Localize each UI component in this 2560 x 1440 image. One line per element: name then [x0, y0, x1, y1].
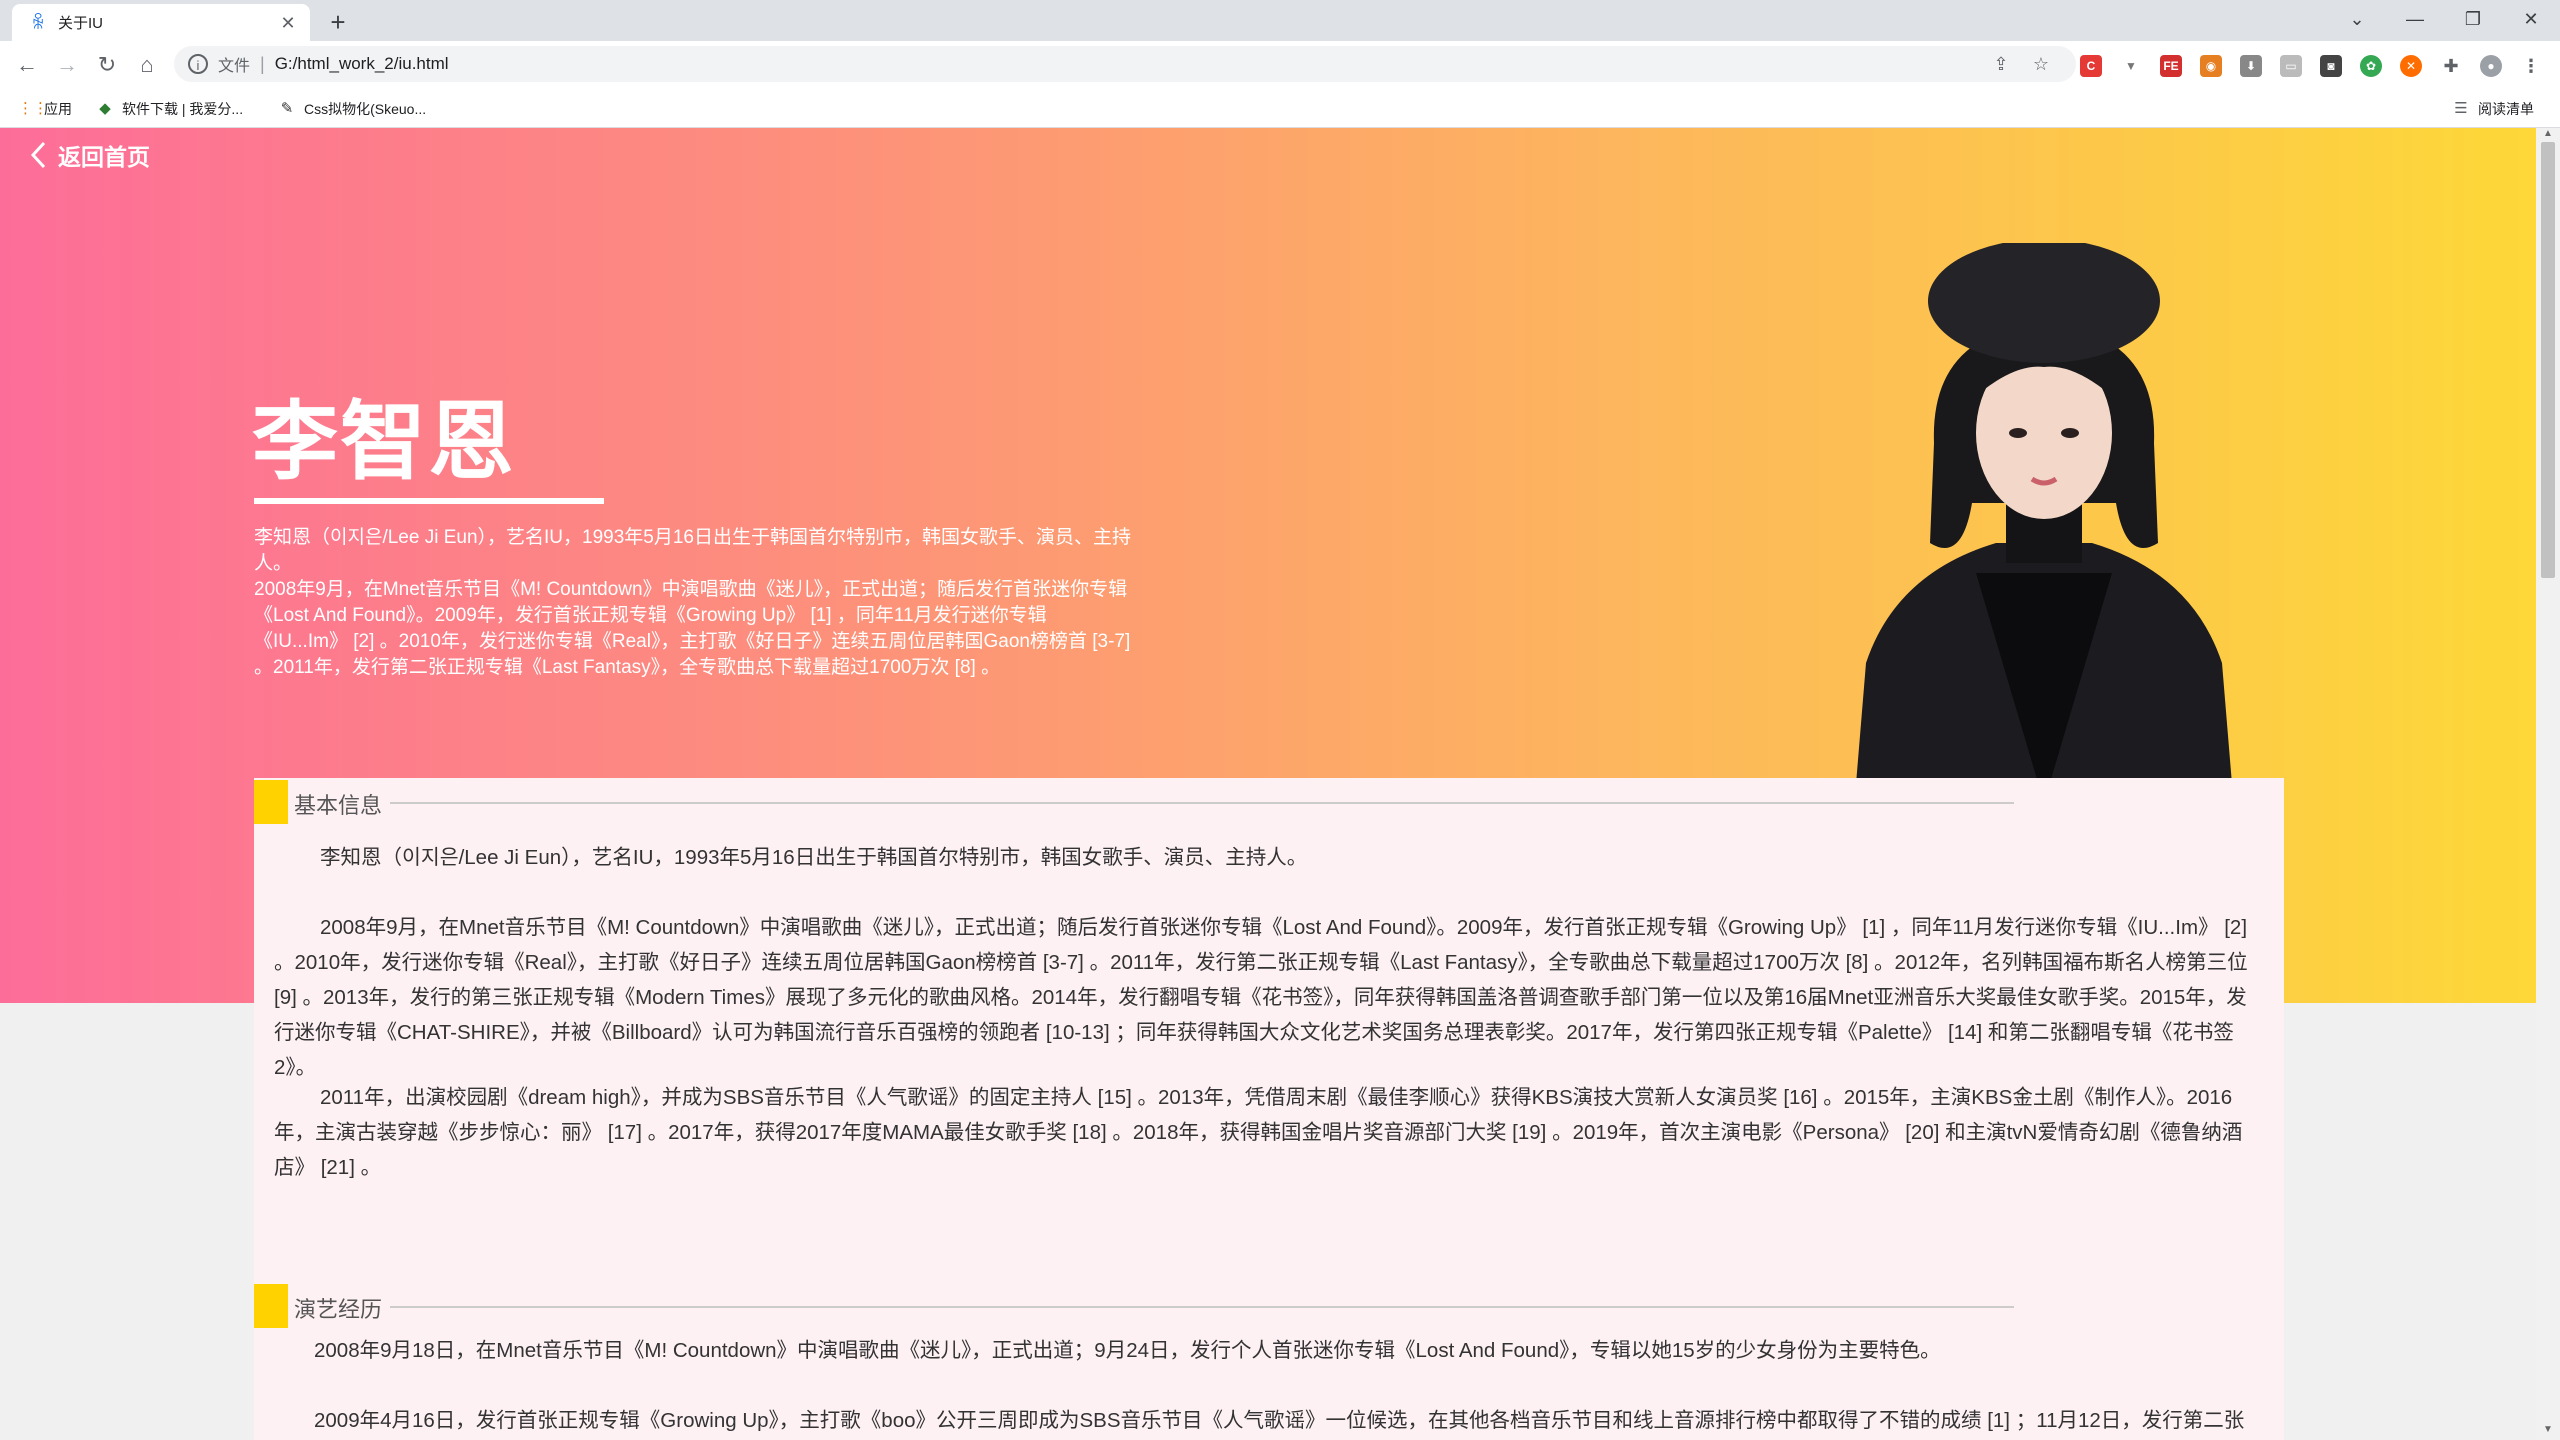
artist-name: 李智恩: [252, 394, 516, 490]
css-site-icon: ✎: [280, 100, 294, 117]
extension-v-icon[interactable]: ▼: [2120, 55, 2142, 77]
browser-chrome: ꆜ 关于IU ✕ + ⌄ — ❐ ✕ ← → ↻ ⌂ i 文件 | G:/htm…: [0, 0, 2560, 128]
vertical-scrollbar[interactable]: ▲ ▼: [2536, 128, 2560, 1440]
scrollbar-thumb[interactable]: [2541, 142, 2555, 578]
apps-grid-icon: ⋮⋮: [18, 100, 48, 117]
paragraph: 2008年9月18日，在Mnet音乐节目《M! Countdown》中演唱歌曲《…: [314, 1339, 1941, 1362]
section-career: 演艺经历: [254, 1284, 2014, 1328]
bookmark-label: 软件下载 | 我爱分...: [122, 101, 244, 117]
back-home-link[interactable]: 返回首页: [30, 138, 150, 172]
address-bar[interactable]: i 文件 | G:/html_work_2/iu.html ⇪ ☆: [174, 46, 2076, 82]
paragraph: 2011年，出演校园剧《dream high》，并成为SBS音乐节目《人气歌谣》…: [274, 1086, 2243, 1179]
chevron-left-icon: [30, 141, 46, 169]
url-text[interactable]: G:/html_work_2/iu.html: [275, 54, 449, 74]
extension-color-icon[interactable]: ✿: [2360, 55, 2382, 77]
section-title: 基本信息: [294, 793, 383, 818]
bookmark-star-icon[interactable]: ☆: [2030, 53, 2052, 75]
reading-list-button[interactable]: ☰ 阅读清单: [2452, 98, 2534, 120]
section-basic-info: 基本信息: [254, 780, 2014, 824]
name-underline: [254, 498, 604, 504]
extension-c-icon[interactable]: C: [2080, 55, 2102, 77]
menu-dots-icon[interactable]: ⋮: [2520, 55, 2542, 77]
tab-title: 关于IU: [58, 15, 104, 32]
scroll-up-icon[interactable]: ▲: [2542, 128, 2554, 140]
bookmark-software[interactable]: ◆ 软件下载 | 我爱分...: [96, 98, 243, 120]
extension-fox-icon[interactable]: ◉: [2200, 55, 2222, 77]
paragraph: 2008年9月，在Mnet音乐节目《M! Countdown》中演唱歌曲《迷儿》…: [274, 916, 2248, 1079]
home-icon[interactable]: ⌂: [132, 50, 162, 80]
share-icon[interactable]: ⇪: [1990, 53, 2012, 75]
extensions-puzzle-icon[interactable]: ✚: [2440, 55, 2462, 77]
tab-strip: ꆜ 关于IU ✕ + ⌄ — ❐ ✕: [0, 0, 2560, 41]
tab-search-icon[interactable]: ⌄: [2334, 4, 2380, 34]
minimize-button[interactable]: —: [2392, 4, 2438, 34]
content-panel: 基本信息 李知恩（이지은/Lee Ji Eun），艺名IU，1993年5月16日…: [254, 778, 2284, 1440]
section-title: 演艺经历: [294, 1297, 383, 1322]
bookmark-label: Css拟物化(Skeuo...: [304, 101, 427, 117]
back-arrow-icon[interactable]: ←: [12, 50, 42, 80]
reading-list-icon: ☰: [2454, 100, 2468, 117]
back-home-label: 返回首页: [58, 144, 150, 170]
tab-close-icon[interactable]: ✕: [276, 11, 300, 35]
scroll-down-icon[interactable]: ▼: [2542, 1424, 2554, 1436]
new-tab-button[interactable]: +: [322, 6, 354, 38]
close-window-button[interactable]: ✕: [2508, 4, 2554, 34]
extension-x-icon[interactable]: ✕: [2400, 55, 2422, 77]
address-separator: |: [260, 53, 265, 74]
extension-translate-icon[interactable]: FE: [2160, 55, 2182, 77]
download-site-icon: ◆: [99, 100, 111, 117]
bookmark-apps[interactable]: ⋮⋮ 应用: [18, 98, 72, 120]
forward-arrow-icon[interactable]: →: [52, 50, 82, 80]
bookmark-label: 应用: [44, 101, 72, 117]
info-icon[interactable]: i: [188, 54, 208, 74]
paragraph: 2009年4月16日，发行首张正规专辑《Growing Up》，主打歌《boo》…: [314, 1409, 2245, 1432]
bookmarks-bar: ⋮⋮ 应用 ◆ 软件下载 | 我爱分... ✎ Css拟物化(Skeuo... …: [0, 89, 2560, 128]
section-divider: [390, 1306, 2014, 1308]
address-scheme-label: 文件: [218, 58, 251, 75]
reading-list-label: 阅读清单: [2478, 101, 2534, 117]
extension-download-icon[interactable]: ⬇: [2240, 55, 2262, 77]
profile-avatar-icon[interactable]: ●: [2480, 55, 2502, 77]
page-viewport: 返回首页 李智恩 李知恩（이지은/Lee Ji Eun），艺名IU，1993年5…: [0, 128, 2536, 1440]
tab-favicon-icon: ꆜ: [30, 12, 46, 33]
paragraph: 李知恩（이지은/Lee Ji Eun），艺名IU，1993年5月16日出生于韩国…: [320, 846, 1308, 869]
browser-toolbar: ← → ↻ ⌂ i 文件 | G:/html_work_2/iu.html ⇪ …: [0, 41, 2560, 89]
tab-active[interactable]: ꆜ 关于IU ✕: [12, 4, 310, 41]
intro-text: 李知恩（이지은/Lee Ji Eun），艺名IU，1993年5月16日出生于韩国…: [254, 527, 1131, 678]
bookmark-css[interactable]: ✎ Css拟物化(Skeuo...: [278, 98, 426, 120]
section-divider: [390, 802, 2014, 804]
section-accent-bar: [254, 780, 288, 824]
reload-icon[interactable]: ↻: [92, 50, 122, 80]
section-accent-bar: [254, 1284, 288, 1328]
extension-screen-icon[interactable]: ▭: [2280, 55, 2302, 77]
extension-camera-icon[interactable]: ◙: [2320, 55, 2342, 77]
restore-button[interactable]: ❐: [2450, 4, 2496, 34]
